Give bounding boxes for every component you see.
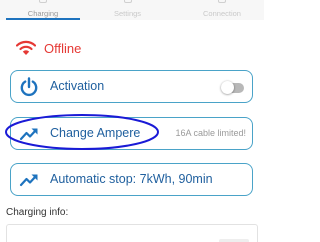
tab-settings[interactable]: Settings <box>95 0 160 20</box>
tab-charging-label: Charging <box>27 9 59 18</box>
change-ampere-label: Change Ampere <box>50 126 141 140</box>
cable-limit-note: 16A cable limited! <box>175 128 246 138</box>
power-icon <box>19 77 39 97</box>
activation-label: Activation <box>50 79 105 93</box>
tab-connection-label: Connection <box>203 9 241 18</box>
automatic-stop-card[interactable]: Automatic stop: 7kWh, 90min <box>10 163 253 196</box>
trend-icon <box>19 170 39 190</box>
charging-info-title: Charging info: <box>6 207 69 218</box>
tab-bar: Charging Settings Connection <box>0 0 264 20</box>
wifi-off-icon <box>16 40 36 56</box>
tab-connection[interactable]: Connection <box>186 0 258 20</box>
connection-tab-icon <box>218 0 226 3</box>
change-ampere-card[interactable]: Change Ampere 16A cable limited! <box>10 117 253 150</box>
activation-card[interactable]: Activation <box>10 70 253 103</box>
automatic-stop-label: Automatic stop: 7kWh, 90min <box>50 172 213 186</box>
charging-info-panel <box>6 224 258 242</box>
tab-charging[interactable]: Charging <box>8 0 78 20</box>
active-tab-indicator <box>6 18 80 20</box>
settings-tab-icon <box>123 0 132 3</box>
tab-settings-label: Settings <box>113 9 142 18</box>
charging-tab-icon <box>39 0 47 3</box>
connection-status: Offline <box>16 38 81 58</box>
toggle-knob <box>221 81 234 94</box>
status-text: Offline <box>44 40 82 56</box>
activation-toggle[interactable] <box>221 81 244 94</box>
trend-icon <box>19 124 39 144</box>
